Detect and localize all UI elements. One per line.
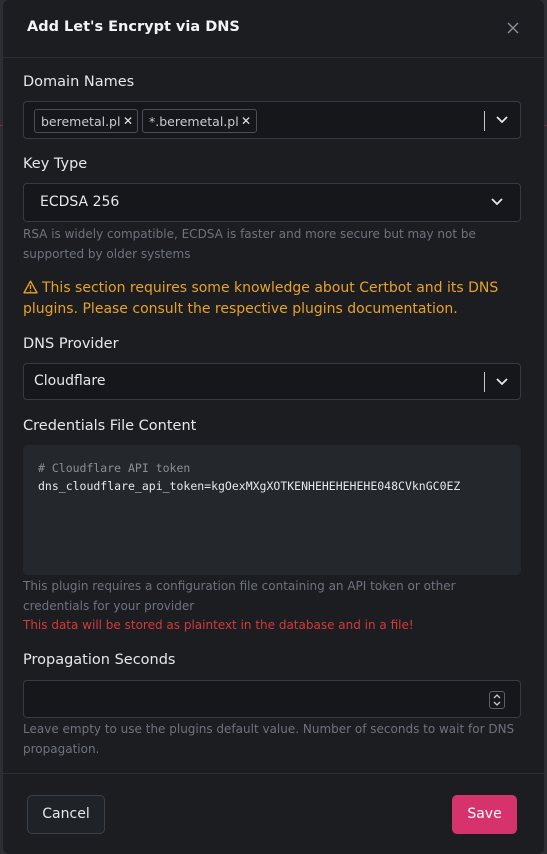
domain-chip: beremetal.pl ✕	[34, 109, 138, 133]
propagation-label: Propagation Seconds	[23, 652, 176, 668]
number-spinner[interactable]	[489, 691, 505, 709]
warning-text: This section requires some knowledge abo…	[23, 280, 499, 317]
remove-chip-icon[interactable]: ✕	[241, 114, 251, 128]
remove-chip-icon[interactable]: ✕	[123, 114, 133, 128]
credentials-editor[interactable]: # Cloudflare API token dns_cloudflare_ap…	[23, 445, 521, 575]
key-type-value: ECDSA 256	[40, 194, 120, 210]
code-comment-line: # Cloudflare API token	[38, 461, 191, 475]
close-button[interactable]	[504, 19, 522, 37]
spinner-arrows-icon	[493, 694, 501, 706]
chevron-down-icon[interactable]	[495, 377, 509, 387]
dns-provider-value: Cloudflare	[34, 373, 106, 389]
credentials-label: Credentials File Content	[23, 418, 197, 434]
select-separator	[484, 111, 485, 131]
cancel-button[interactable]: Cancel	[27, 795, 105, 834]
warning-triangle-icon	[23, 280, 38, 294]
modal-header: Add Let's Encrypt via DNS	[3, 0, 544, 58]
modal-title: Add Let's Encrypt via DNS	[27, 19, 240, 35]
modal-footer: Cancel Save	[3, 773, 544, 854]
dns-provider-select[interactable]: Cloudflare	[23, 363, 521, 400]
domain-chip-label: beremetal.pl	[41, 114, 121, 129]
chevron-down-icon[interactable]	[495, 115, 509, 125]
propagation-seconds-input[interactable]	[23, 680, 521, 718]
select-separator	[484, 372, 485, 392]
add-letsencrypt-modal: Add Let's Encrypt via DNS Domain Names b…	[3, 0, 544, 854]
credentials-help: This plugin requires a configuration fil…	[23, 579, 456, 613]
domain-names-label: Domain Names	[23, 74, 135, 90]
domain-chip: *.beremetal.pl ✕	[142, 109, 257, 133]
domain-names-select[interactable]: beremetal.pl ✕ *.beremetal.pl ✕	[23, 101, 521, 139]
code-token-line: dns_cloudflare_api_token=kgOexMXgXOTKENH…	[38, 479, 461, 493]
plaintext-warning: This data will be stored as plaintext in…	[23, 618, 414, 632]
key-type-help: RSA is widely compatible, ECDSA is faste…	[23, 227, 476, 261]
key-type-label: Key Type	[23, 156, 88, 172]
domain-chip-label: *.beremetal.pl	[149, 114, 239, 129]
dns-warning: This section requires some knowledge abo…	[23, 278, 523, 320]
save-button[interactable]: Save	[452, 795, 517, 834]
chevron-down-icon	[491, 198, 503, 206]
key-type-select[interactable]: ECDSA 256	[23, 183, 521, 222]
close-icon	[507, 22, 519, 34]
dns-provider-label: DNS Provider	[23, 336, 119, 352]
propagation-help: Leave empty to use the plugins default v…	[23, 722, 515, 756]
